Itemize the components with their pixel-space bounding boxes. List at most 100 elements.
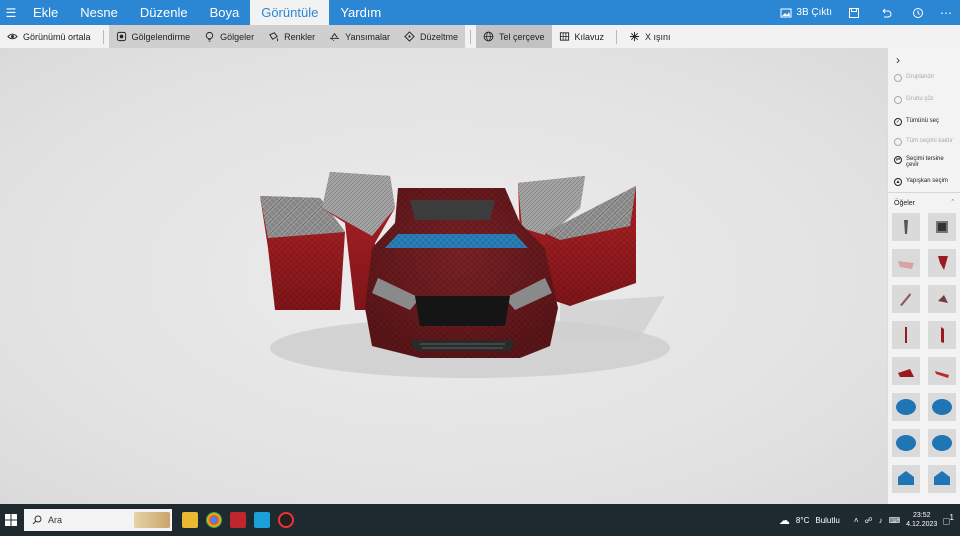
tab-ekle[interactable]: Ekle [22, 0, 69, 25]
deselect-icon [894, 138, 902, 146]
tab-duzenle[interactable]: Düzenle [129, 0, 199, 25]
item-thumbnail[interactable] [892, 465, 920, 493]
recorder-icon[interactable] [278, 512, 294, 528]
chevron-right-icon: › [896, 53, 900, 67]
taskbar-search[interactable]: Ara [24, 509, 172, 531]
shadows-label: Gölgeler [220, 31, 255, 42]
item-thumbnail[interactable] [892, 285, 920, 313]
clock[interactable]: 23:52 4.12.2023 [906, 511, 937, 529]
item-thumbnail[interactable] [928, 465, 956, 493]
clock-time: 23:52 [912, 512, 931, 519]
taskbar: Ara ☁ 8°C Bulutlu ˄ ☍ ♪ ⌨ 23:52 4.12.202… [0, 504, 960, 536]
save-icon [849, 7, 859, 18]
save-button[interactable] [840, 0, 868, 25]
start-button[interactable] [0, 504, 22, 536]
reflection-icon [330, 32, 340, 42]
search-icon [32, 515, 42, 525]
tab-nesne[interactable]: Nesne [69, 0, 129, 25]
notification-icon[interactable]: □1 [943, 512, 954, 527]
correction-label: Düzeltme [419, 31, 458, 42]
deselect-all-button[interactable]: Tüm seçimi kaldır [888, 138, 960, 146]
item-thumbnail[interactable] [892, 357, 920, 385]
group-button[interactable]: Gruplandır [888, 74, 960, 82]
deselect-all-label: Tüm seçimi kaldır [906, 138, 954, 144]
guide-label: Kılavuz [574, 31, 605, 42]
chrome-icon[interactable] [206, 512, 222, 528]
item-thumbnail[interactable] [892, 213, 920, 241]
panel-divider [888, 192, 960, 193]
clock-date: 4.12.2023 [906, 521, 938, 528]
shadows-button[interactable]: Gölgeler [197, 25, 261, 48]
lightbulb-icon [205, 31, 214, 42]
menu-bar: ☰ Ekle Nesne Düzenle Boya Görüntüle Yard… [0, 0, 960, 25]
colors-button[interactable]: Renkler [261, 25, 322, 48]
item-thumbnail[interactable] [928, 357, 956, 385]
chevron-up-icon: ˆ [951, 199, 954, 207]
hamburger-menu-icon[interactable]: ☰ [0, 0, 22, 25]
language-icon[interactable]: ⌨ [889, 516, 901, 525]
3d-canvas[interactable] [0, 48, 887, 504]
center-view-button[interactable]: Görünümü ortala [0, 25, 98, 48]
correction-icon [404, 31, 415, 42]
reflections-button[interactable]: Yansımalar [322, 25, 397, 48]
items-section-header[interactable]: Öğeler ˆ [888, 197, 960, 209]
history-icon [913, 7, 923, 18]
shading-icon [116, 31, 126, 42]
item-thumbnail[interactable] [892, 393, 920, 421]
collapse-panel-button[interactable]: › [888, 48, 960, 72]
menubar-actions: 3B Çıktı ⋯ [772, 0, 960, 25]
car-model[interactable] [0, 48, 887, 504]
item-thumbnail[interactable] [892, 249, 920, 277]
item-thumbnail[interactable] [892, 429, 920, 457]
volume-icon[interactable]: ♪ [879, 516, 883, 525]
grid-icon [559, 32, 569, 41]
shading-button[interactable]: Gölgelendirme [109, 25, 198, 48]
item-thumbnail[interactable] [928, 393, 956, 421]
render-options-group: Gölgelendirme Gölgeler Renkler Yansımala… [108, 25, 465, 48]
sticky-selection-label: Yapışkan seçim [906, 178, 948, 184]
tab-yardim[interactable]: Yardım [329, 0, 392, 25]
invert-selection-button[interactable]: ⇄ Seçimi tersine çevir [888, 156, 960, 168]
item-thumbnail[interactable] [928, 213, 956, 241]
windows-logo-icon [5, 514, 17, 526]
ungroup-icon [894, 96, 902, 104]
select-all-button[interactable]: ✓ Tümünü seç [888, 118, 960, 126]
ungroup-label: Grubu çöz [906, 96, 934, 102]
item-thumbnail[interactable] [892, 321, 920, 349]
sticky-selection-button[interactable]: ▲ Yapışkan seçim [888, 178, 960, 186]
xray-label: X ışını [645, 31, 671, 42]
item-thumbnail[interactable] [928, 429, 956, 457]
more-button[interactable]: ⋯ [932, 0, 960, 25]
undo-button[interactable] [868, 0, 904, 25]
image-icon [780, 8, 792, 17]
invert-selection-icon: ⇄ [894, 156, 902, 164]
select-all-label: Tümünü seç [906, 118, 940, 124]
group-icon [894, 74, 902, 82]
item-thumbnail[interactable] [928, 249, 956, 277]
wireframe-button[interactable]: Tel çerçeve [476, 25, 552, 48]
file-explorer-icon[interactable] [182, 512, 198, 528]
correction-button[interactable]: Düzeltme [397, 25, 465, 48]
history-button[interactable] [904, 0, 932, 25]
tab-goruntule[interactable]: Görüntüle [250, 0, 330, 25]
xray-button[interactable]: X ışını [622, 25, 678, 48]
pinned-apps [182, 512, 294, 528]
paint-3d-icon[interactable] [254, 512, 270, 528]
item-thumbnail[interactable] [928, 321, 956, 349]
game-app-icon[interactable] [230, 512, 246, 528]
tray-expand-icon[interactable]: ˄ [854, 516, 859, 525]
toolbar-divider [470, 29, 471, 44]
invert-selection-label: Seçimi tersine çevir [906, 156, 944, 168]
shading-label: Gölgelendirme [131, 31, 191, 42]
tab-boya[interactable]: Boya [199, 0, 251, 25]
gallery-button[interactable]: 3B Çıktı [772, 0, 840, 25]
xray-icon [629, 31, 640, 42]
ungroup-button[interactable]: Grubu çöz [888, 96, 960, 104]
system-tray: ☁ 8°C Bulutlu ˄ ☍ ♪ ⌨ 23:52 4.12.2023 □1 [779, 504, 960, 536]
guide-button[interactable]: Kılavuz [552, 25, 612, 48]
group-label: Gruplandır [906, 74, 935, 80]
wireframe-label: Tel çerçeve [499, 31, 545, 42]
item-thumbnail[interactable] [928, 285, 956, 313]
network-icon[interactable]: ☍ [865, 516, 873, 525]
items-section-title: Öğeler [894, 199, 916, 207]
